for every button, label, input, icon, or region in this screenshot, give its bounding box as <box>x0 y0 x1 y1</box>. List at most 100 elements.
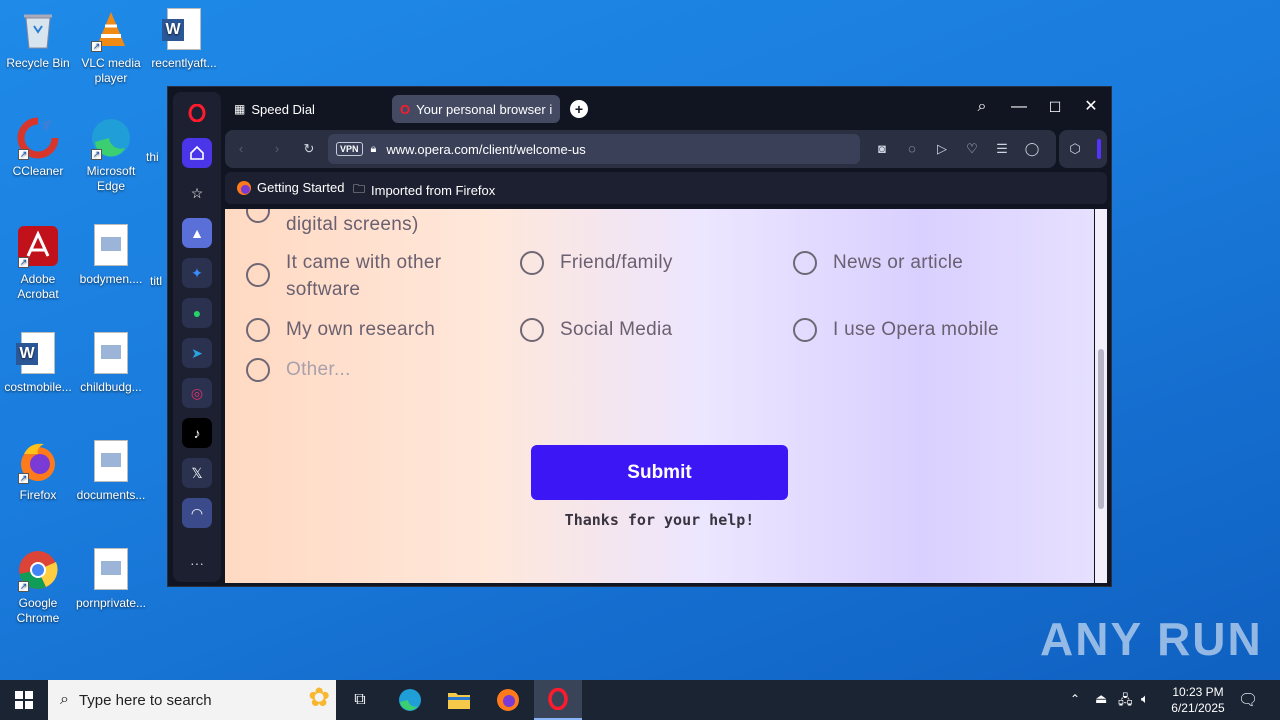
desktop-icon-partial[interactable]: thi <box>146 150 168 165</box>
web-page-content: digital screens) It came with other soft… <box>225 209 1094 583</box>
instagram-icon[interactable]: ◎ <box>182 378 212 408</box>
desktop-icon-recycle-bin[interactable]: Recycle Bin <box>0 8 76 71</box>
network-icon[interactable]: 🖧︎ <box>1118 691 1133 713</box>
desktop-icon-chrome[interactable]: ↗ Google Chrome <box>0 548 76 626</box>
option-social-media[interactable]: Social Media <box>520 316 672 343</box>
option-other[interactable]: Other... <box>246 356 351 383</box>
bookmark-getting-started[interactable]: Getting Started <box>237 180 344 195</box>
option-came-with-software[interactable]: It came with other software <box>246 249 466 303</box>
tab-opera-welcome[interactable]: O Your personal browser is a <box>392 95 560 123</box>
usb-device-icon[interactable]: ⏏ <box>1095 691 1107 707</box>
desktop-icon-acrobat[interactable]: ↗ Adobe Acrobat <box>0 224 76 302</box>
page-scrollbar[interactable] <box>1095 209 1107 583</box>
ccleaner-icon: ↗ <box>16 116 60 160</box>
bookmark-imported-from-firefox[interactable]: 🗀︎ Imported from Firefox <box>353 180 495 201</box>
telegram-icon[interactable]: ➤ <box>182 338 212 368</box>
radio-button[interactable] <box>793 318 817 342</box>
radio-button[interactable] <box>246 358 270 382</box>
option-news-article[interactable]: News or article <box>793 249 963 276</box>
home-icon[interactable] <box>182 138 212 168</box>
easy-setup-icon[interactable]: ☰ <box>994 141 1010 157</box>
image-file-icon <box>89 440 133 484</box>
aria-icon[interactable]: ▲ <box>182 218 212 248</box>
desktop-icon-label: Firefox <box>19 488 57 502</box>
tiktok-icon[interactable]: ♪ <box>182 418 212 448</box>
lock-icon: 🔒︎ <box>370 142 377 155</box>
play-icon[interactable]: ▷ <box>934 141 950 157</box>
clock[interactable]: 10:23 PM 6/21/2025 <box>1164 684 1232 716</box>
volume-icon[interactable]: 🔈︎ <box>1141 691 1149 707</box>
radio-button[interactable] <box>246 263 270 287</box>
ad-block-icon[interactable]: ◌ <box>904 141 920 157</box>
snapshot-icon[interactable]: ◙ <box>874 141 890 157</box>
desktop-icon-pornprivate[interactable]: pornprivate... <box>73 548 149 611</box>
image-file-icon <box>89 548 133 592</box>
star-icon[interactable]: ☆ <box>182 178 212 208</box>
taskbar-search[interactable]: ⌕ Type here to search ✿ <box>48 680 336 720</box>
task-view-icon[interactable]: ⧉ <box>338 684 382 716</box>
back-icon[interactable]: ‹ <box>233 141 249 157</box>
taskbar-opera-icon[interactable] <box>534 680 582 720</box>
new-tab-button[interactable]: + <box>565 95 593 123</box>
radio-button[interactable] <box>246 209 270 223</box>
desktop-icon-label: Recycle Bin <box>6 56 70 70</box>
desktop-icon-label: bodymen.... <box>79 272 143 286</box>
option-partial[interactable]: digital screens) <box>246 209 419 238</box>
desktop-icon-ccleaner[interactable]: ↗ CCleaner <box>0 116 76 179</box>
forward-icon[interactable]: › <box>269 141 285 157</box>
search-tabs-icon[interactable]: ⌕ <box>970 97 994 117</box>
radio-button[interactable] <box>793 251 817 275</box>
radio-button[interactable] <box>520 318 544 342</box>
maximize-button[interactable]: ☐ <box>1043 97 1067 117</box>
desktop-icon-firefox[interactable]: ↗ Firefox <box>0 440 76 503</box>
desktop-icon-partial-2[interactable]: titl <box>150 274 168 289</box>
tab-speed-dial[interactable]: ▦ Speed Dial <box>226 95 386 123</box>
desktop-icon-vlc[interactable]: ↗ VLC media player <box>73 8 149 86</box>
music-player-icon[interactable]: ◠ <box>182 498 212 528</box>
submit-button[interactable]: Submit <box>531 445 788 500</box>
sidebar-indicator <box>1097 139 1101 159</box>
close-button[interactable]: ✕ <box>1079 97 1103 117</box>
desktop-icon-label: recentlyaft... <box>151 56 217 70</box>
heart-icon[interactable]: ♡ <box>964 141 980 157</box>
desktop-icon-label: costmobile... <box>4 380 72 394</box>
notifications-icon[interactable]: 🗨︎ <box>1238 690 1258 710</box>
desktop-icon-childbudg[interactable]: childbudg... <box>73 332 149 395</box>
desktop-icon-recentlyaft[interactable]: recentlyaft... <box>146 8 222 71</box>
url-field[interactable]: VPN 🔒︎ www.opera.com/client/welcome-us <box>328 134 860 164</box>
taskbar-firefox-icon[interactable] <box>486 684 530 716</box>
desktop-icon-bodymen[interactable]: bodymen.... <box>73 224 149 287</box>
option-own-research[interactable]: My own research <box>246 316 435 343</box>
radio-button[interactable] <box>246 318 270 342</box>
scrollbar-thumb[interactable] <box>1098 349 1104 509</box>
start-button[interactable] <box>2 684 46 716</box>
desktop-icon-documents[interactable]: documents... <box>73 440 149 503</box>
show-hidden-icons[interactable]: ⌃ <box>1070 692 1080 706</box>
url-text[interactable]: www.opera.com/client/welcome-us <box>386 142 585 157</box>
reload-icon[interactable]: ↻ <box>301 141 317 157</box>
file-explorer-icon[interactable] <box>437 684 481 716</box>
taskbar-edge-icon[interactable] <box>388 684 432 716</box>
extensions-area: ⬡ <box>1059 130 1107 168</box>
radio-button[interactable] <box>520 251 544 275</box>
desktop-icon-label: Google Chrome <box>16 596 60 625</box>
sidebar-more-icon[interactable]: ··· <box>182 548 212 578</box>
desktop-icon-costmobile[interactable]: costmobile... <box>0 332 76 395</box>
minimize-button[interactable]: — <box>1007 97 1031 117</box>
opera-menu-icon[interactable] <box>182 98 212 128</box>
messenger-icon[interactable]: ✦ <box>182 258 212 288</box>
desktop-icon-edge[interactable]: ↗ Microsoft Edge <box>73 116 149 194</box>
option-friend-family[interactable]: Friend/family <box>520 249 673 276</box>
vpn-badge[interactable]: VPN <box>336 142 363 156</box>
word-document-icon <box>16 332 60 376</box>
address-bar: ‹ › ↻ VPN 🔒︎ www.opera.com/client/welcom… <box>225 130 1056 168</box>
option-opera-mobile[interactable]: I use Opera mobile <box>793 316 999 343</box>
opera-icon: O <box>400 101 411 117</box>
whatsapp-icon[interactable]: ● <box>182 298 212 328</box>
x-twitter-icon[interactable]: 𝕏 <box>182 458 212 488</box>
extensions-icon[interactable]: ⬡ <box>1067 141 1083 157</box>
other-input[interactable]: Other... <box>286 356 351 383</box>
folder-icon: 🗀︎ <box>353 182 366 196</box>
shortcut-arrow-icon: ↗ <box>91 41 102 52</box>
profile-icon[interactable]: ◯ <box>1024 141 1040 157</box>
